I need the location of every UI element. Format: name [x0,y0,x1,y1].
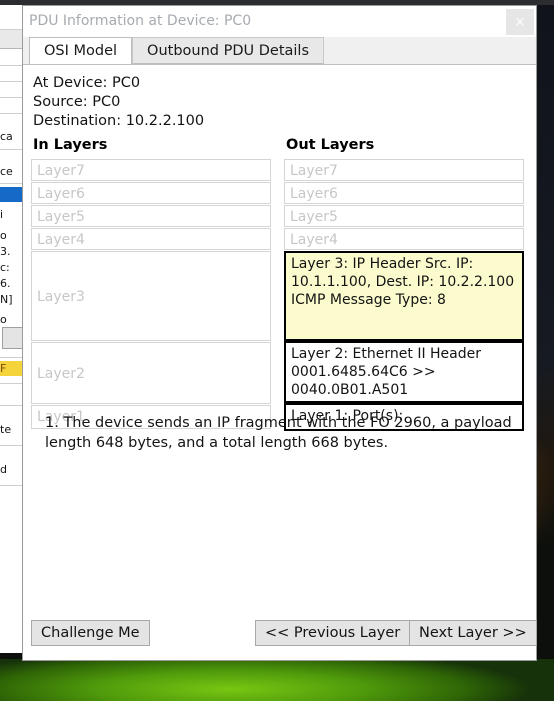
out-layers-column: Out Layers Layer7 Layer6 Layer5 Layer4 L… [284,137,524,431]
wallpaper-grass [0,659,554,701]
in-layer-3-label: Layer3 [37,289,85,305]
out-layer-4[interactable]: Layer4 [284,228,524,250]
in-layer-5[interactable]: Layer5 [31,205,271,227]
out-layer-5-label: Layer5 [290,209,338,225]
out-layers-title: Out Layers [286,137,375,153]
out-layer-2[interactable]: Layer 2: Ethernet II Header 0001.6485.64… [284,341,524,403]
tab-osi-model[interactable]: OSI Model [29,37,133,64]
challenge-me-label: Challenge Me [41,625,140,641]
out-layer-4-label: Layer4 [290,232,338,248]
osi-model-panel: At Device: PC0 Source: PC0 Destination: … [23,64,537,660]
device-info-block: At Device: PC0 Source: PC0 Destination: … [33,74,204,131]
tab-strip: OSI Model Outbound PDU Details [23,37,536,64]
next-layer-button[interactable]: Next Layer >> [409,620,537,646]
out-layer-3-label: Layer 3: IP Header Src. IP: 10.1.1.100, … [291,256,515,308]
in-layer-4-label: Layer4 [37,232,85,248]
next-layer-label: Next Layer >> [419,625,527,641]
in-layers-column: In Layers Layer7 Layer6 Layer5 Layer4 La… [31,137,271,430]
dialog-footer: Challenge Me << Previous Layer Next Laye… [23,620,537,646]
out-layer-3[interactable]: Layer 3: IP Header Src. IP: 10.1.1.100, … [284,251,524,341]
in-layer-7-label: Layer7 [37,163,85,179]
out-layer-5[interactable]: Layer5 [284,205,524,227]
tab-outbound-pdu-details-label: Outbound PDU Details [147,42,310,59]
out-layer-6-label: Layer6 [290,186,338,202]
previous-layer-button[interactable]: << Previous Layer [255,620,411,646]
dialog-titlebar[interactable]: PDU Information at Device: PC0 × [23,6,536,37]
in-layer-6-label: Layer6 [37,186,85,202]
source-text: Source: PC0 [33,94,121,110]
dialog-title: PDU Information at Device: PC0 [29,13,252,29]
in-layer-3[interactable]: Layer3 [31,251,271,341]
tab-osi-model-label: OSI Model [44,43,118,59]
close-icon: × [514,14,526,30]
previous-layer-label: << Previous Layer [265,625,401,641]
pdu-information-dialog: PDU Information at Device: PC0 × OSI Mod… [22,5,537,661]
in-layer-7[interactable]: Layer7 [31,159,271,181]
out-layer-7[interactable]: Layer7 [284,159,524,181]
in-layer-6[interactable]: Layer6 [31,182,271,204]
tab-outbound-pdu-details[interactable]: Outbound PDU Details [132,37,325,64]
out-layer-7-label: Layer7 [290,163,338,179]
pdu-description-text: 1. The device sends an IP fragment with … [45,415,512,451]
in-layer-4[interactable]: Layer4 [31,228,271,250]
in-layer-2[interactable]: Layer2 [31,342,271,404]
in-layer-2-label: Layer2 [37,366,85,382]
in-layers-title: In Layers [33,137,108,153]
destination-text: Destination: 10.2.2.100 [33,113,205,129]
close-button[interactable]: × [506,9,534,35]
challenge-me-button[interactable]: Challenge Me [31,620,150,646]
out-layer-2-label: Layer 2: Ethernet II Header 0001.6485.64… [291,346,481,398]
out-layer-6[interactable]: Layer6 [284,182,524,204]
in-layer-5-label: Layer5 [37,209,85,225]
at-device-text: At Device: PC0 [33,75,141,91]
